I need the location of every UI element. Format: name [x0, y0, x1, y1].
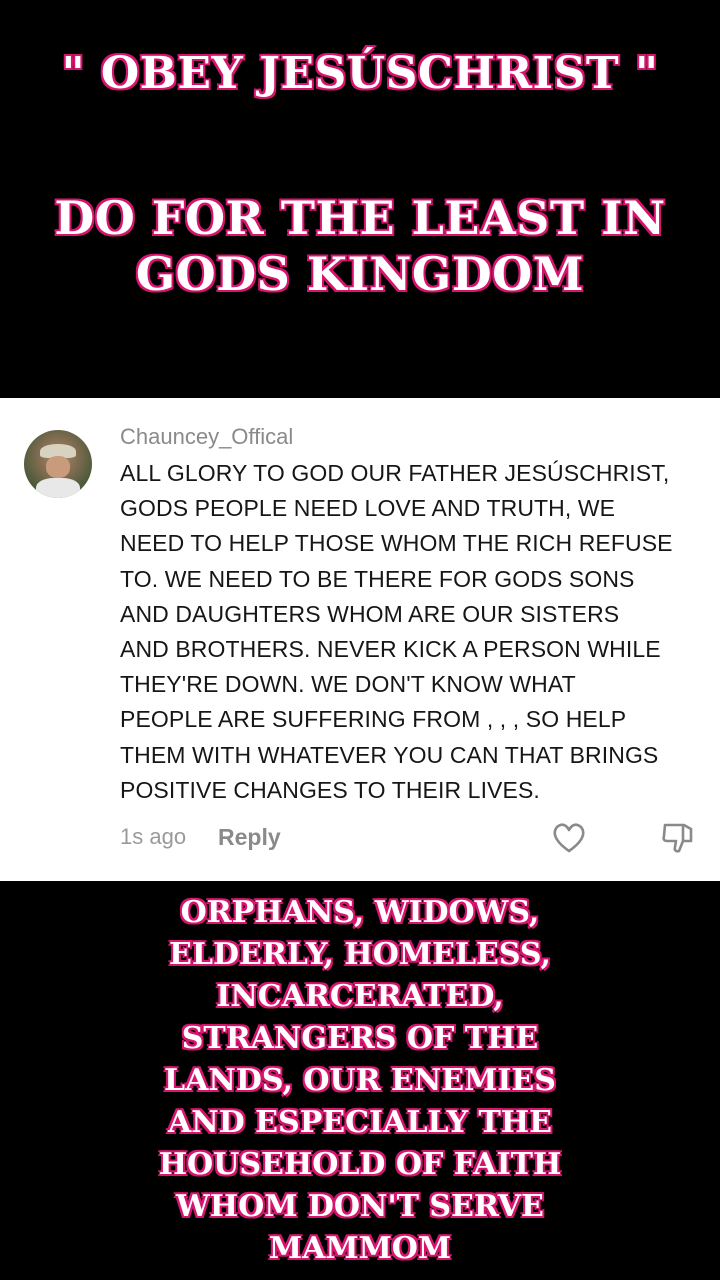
avatar[interactable]	[24, 430, 92, 498]
bottom-overlay-text: ORPHANS, WIDOWS, ELDERLY, HOMELESS, INCA…	[0, 892, 720, 1270]
comment-line: POSITIVE CHANGES TO THEIR LIVES.	[120, 776, 540, 803]
comment-line: GODS PEOPLE NEED LOVE AND TRUTH, WE	[120, 495, 616, 522]
comment-line: AND DAUGHTERS WHOM ARE OUR SISTERS	[120, 600, 620, 627]
comment-timestamp: 1s ago	[120, 824, 187, 849]
bottom-line: ELDERLY, HOMELESS,	[168, 936, 552, 973]
comment-username[interactable]: Chauncey_Offical	[120, 422, 293, 452]
headline-title: " OBEY JESÚSCHRIST "	[60, 47, 659, 101]
bottom-line: LANDS, OUR ENEMIES	[163, 1062, 557, 1099]
comment-line: NEED TO HELP THOSE WHOM THE RICH REFUSE	[120, 530, 673, 557]
bottom-line: HOUSEHOLD OF FAITH	[158, 1146, 563, 1183]
thumbs-down-icon[interactable]	[660, 820, 696, 856]
comment-line: ALL GLORY TO GOD OUR FATHER JESÚSCHRIST,	[120, 460, 670, 486]
heart-icon[interactable]	[552, 822, 586, 854]
bottom-line: WHOM DON'T SERVE	[175, 1188, 545, 1225]
comment-line: THEM WITH WHATEVER YOU CAN THAT BRINGS	[120, 741, 659, 768]
reply-button[interactable]: Reply	[218, 822, 281, 852]
avatar-face-shape	[46, 456, 70, 478]
bottom-line: STRANGERS OF THE	[181, 1020, 540, 1057]
bottom-line: ORPHANS, WIDOWS,	[180, 894, 541, 931]
bottom-line: MAMMOM	[268, 1230, 452, 1267]
bottom-line: INCARCERATED,	[215, 978, 504, 1015]
comment-line: PEOPLE ARE SUFFERING FROM , , , SO HELP	[120, 706, 627, 733]
bottom-line: AND ESPECIALLY THE	[167, 1104, 553, 1141]
comment-line: TO. WE NEED TO BE THERE FOR GODS SONS	[120, 565, 635, 592]
headline-subtitle: DO FOR THE LEAST IN GODS KINGDOM	[53, 190, 667, 303]
comment-line: THEY'RE DOWN. WE DON'T KNOW WHAT	[120, 671, 576, 698]
avatar-shirt-shape	[36, 478, 80, 498]
comment-body: ALL GLORY TO GOD OUR FATHER JESÚSCHRIST,…	[120, 456, 700, 808]
comment-line: AND BROTHERS. NEVER KICK A PERSON WHILE	[120, 636, 661, 663]
